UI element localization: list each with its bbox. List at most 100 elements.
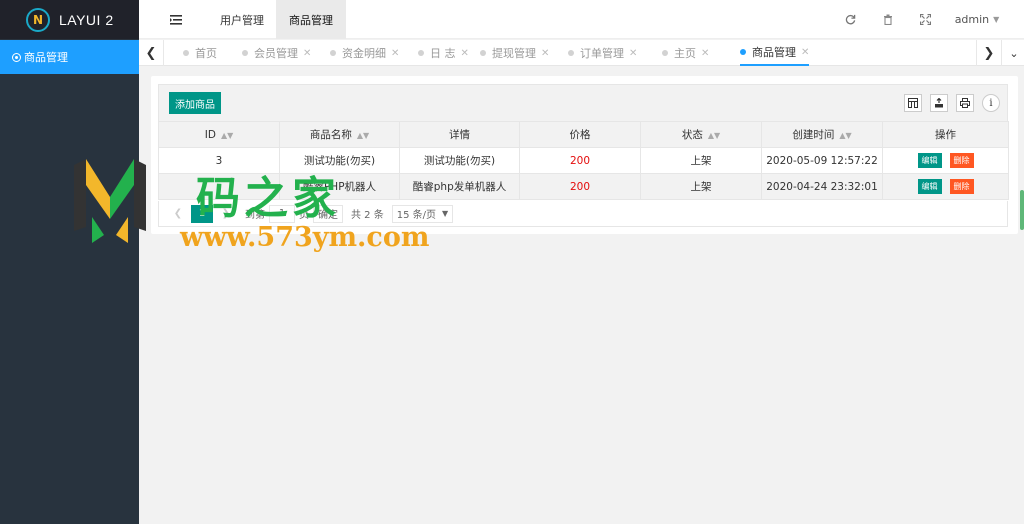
column-header-name[interactable]: 商品名称 ▲▼: [279, 121, 400, 148]
page-size-select[interactable]: 15 条/页 ▼: [391, 204, 454, 223]
page-number-current[interactable]: 1: [191, 204, 213, 223]
close-icon[interactable]: ✕: [391, 48, 399, 59]
info-button[interactable]: i: [982, 94, 1000, 112]
logo[interactable]: N LAYUI 2: [0, 0, 139, 39]
admin-menu[interactable]: admin ▼: [953, 0, 1001, 39]
export-button[interactable]: [930, 94, 948, 112]
tab-divider: [163, 40, 164, 66]
sidebar-item-goods[interactable]: 商品管理: [0, 40, 139, 74]
tabs-scroll-left-button[interactable]: ❮: [139, 40, 163, 66]
column-header-created[interactable]: 创建时间 ▲▼: [761, 121, 883, 148]
edit-button[interactable]: 编辑: [917, 179, 942, 194]
tab-dot-icon: [740, 49, 746, 55]
chevron-left-icon: ❮: [145, 45, 157, 61]
chevron-right-icon: ❯: [983, 45, 995, 61]
tab-bar: ❮ 首页 会员管理 ✕ 资金明细 ✕ 日 志 ✕ 提现管理 ✕ 订单管理 ✕ 主页 ✕ 商品…: [139, 40, 1024, 66]
column-header-id[interactable]: ID ▲▼: [158, 121, 280, 148]
tab-label: 资金明细: [342, 47, 386, 60]
delete-button[interactable]: 删除: [949, 179, 974, 194]
tabs-options-button[interactable]: ⌄: [1002, 40, 1024, 66]
cell-price: 200: [519, 173, 641, 200]
menu-toggle-button[interactable]: [159, 0, 193, 39]
tab-dot-icon: [183, 50, 189, 56]
logo-icon: N: [26, 7, 50, 32]
table-header-row: ID ▲▼ 商品名称 ▲▼ 详情 价格 状态 ▲▼ 创建时间 ▲▼ 操作: [158, 121, 1009, 148]
next-page-button[interactable]: ❯: [217, 205, 235, 223]
admin-username: admin: [954, 13, 990, 26]
tab-home[interactable]: 首页: [183, 40, 217, 66]
fullscreen-icon: [919, 14, 931, 25]
column-header-status[interactable]: 状态 ▲▼: [640, 121, 762, 148]
total-count: 共 2 条: [351, 210, 384, 221]
print-icon: [960, 98, 970, 108]
delete-button[interactable]: 删除: [949, 153, 974, 168]
tab-dot-icon: [330, 50, 336, 56]
chevron-down-icon: ▼: [442, 209, 449, 218]
sort-icon[interactable]: ▲▼: [708, 131, 720, 140]
content-card: 添加商品 i ID ▲▼ 商品名称 ▲▼ 详情 价格 状态 ▲▼ 创建时间 ▲▼ 操作: [151, 76, 1018, 234]
print-button[interactable]: [956, 94, 974, 112]
cell-actions: 编辑 删除: [882, 173, 1009, 200]
tab-main-page[interactable]: 主页 ✕: [662, 40, 709, 66]
cell-id: [158, 173, 280, 200]
cell-name: 酷睿PHP机器人: [279, 173, 400, 200]
close-icon[interactable]: ✕: [541, 48, 549, 59]
cell-status: 上架: [640, 147, 762, 174]
tab-dot-icon: [480, 50, 486, 56]
edit-button[interactable]: 编辑: [917, 153, 942, 168]
tab-member-management[interactable]: 会员管理 ✕: [242, 40, 311, 66]
table-toolbar: 添加商品 i: [158, 84, 1008, 122]
page-size-value: 15 条/页: [396, 210, 437, 221]
tab-label: 会员管理: [254, 47, 298, 60]
prev-page-button[interactable]: ❮: [169, 205, 187, 223]
refresh-icon: [845, 14, 855, 25]
goto-page-input[interactable]: 1: [269, 204, 295, 223]
info-icon: i: [989, 97, 993, 109]
goto-suffix-label: 页: [299, 210, 309, 221]
clear-cache-button[interactable]: [878, 0, 898, 39]
scrollbar-indicator[interactable]: [1020, 190, 1024, 230]
tab-logs[interactable]: 日 志 ✕: [418, 40, 469, 66]
refresh-button[interactable]: [840, 0, 860, 39]
tab-label: 首页: [195, 47, 217, 60]
close-icon[interactable]: ✕: [461, 48, 469, 59]
tab-order-management[interactable]: 订单管理 ✕: [568, 40, 637, 66]
cell-name: 测试功能(勿买): [279, 147, 400, 174]
nav-goods-management[interactable]: 商品管理: [276, 0, 346, 39]
cell-status: 上架: [640, 173, 762, 200]
circle-dot-icon: [12, 52, 21, 62]
sort-icon[interactable]: ▲▼: [839, 131, 851, 140]
sort-icon[interactable]: ▲▼: [221, 131, 233, 140]
close-icon[interactable]: ✕: [701, 48, 709, 59]
tab-goods-management[interactable]: 商品管理 ✕: [740, 40, 810, 66]
add-goods-button[interactable]: 添加商品: [169, 92, 221, 114]
sort-icon[interactable]: ▲▼: [357, 131, 369, 140]
close-icon[interactable]: ✕: [801, 47, 809, 58]
trash-icon: [884, 14, 892, 25]
tab-dot-icon: [418, 50, 424, 56]
pagination: ❮ 1 ❯ 到第 1 页 确定 共 2 条 15 条/页 ▼: [158, 201, 1008, 227]
tab-label: 主页: [674, 47, 696, 60]
tab-dot-icon: [662, 50, 668, 56]
tabs-scroll-right-button[interactable]: ❯: [977, 40, 1001, 66]
goto-confirm-button[interactable]: 确定: [313, 204, 343, 223]
tab-label: 提现管理: [492, 47, 536, 60]
cell-id: 3: [158, 147, 280, 174]
logo-text: LAYUI 2: [59, 11, 114, 28]
column-filter-button[interactable]: [904, 94, 922, 112]
table-row: 3 测试功能(勿买) 测试功能(勿买) 200 上架 2020-05-09 12…: [158, 147, 1009, 174]
goto-prefix-label: 到第: [245, 210, 265, 221]
close-icon[interactable]: ✕: [629, 48, 637, 59]
caret-down-icon: ▼: [993, 15, 1000, 24]
nav-user-management[interactable]: 用户管理: [211, 0, 273, 39]
tab-dot-icon: [568, 50, 574, 56]
cell-created: 2020-04-24 23:32:01: [761, 173, 883, 200]
column-header-detail: 详情: [399, 121, 520, 148]
fullscreen-button[interactable]: [915, 0, 935, 39]
tab-withdraw-management[interactable]: 提现管理 ✕: [480, 40, 549, 66]
cell-detail: 测试功能(勿买): [399, 147, 520, 174]
tab-fund-details[interactable]: 资金明细 ✕: [330, 40, 399, 66]
columns-filter-icon: [908, 98, 918, 108]
close-icon[interactable]: ✕: [303, 48, 311, 59]
sidebar-item-label: 商品管理: [24, 51, 68, 64]
